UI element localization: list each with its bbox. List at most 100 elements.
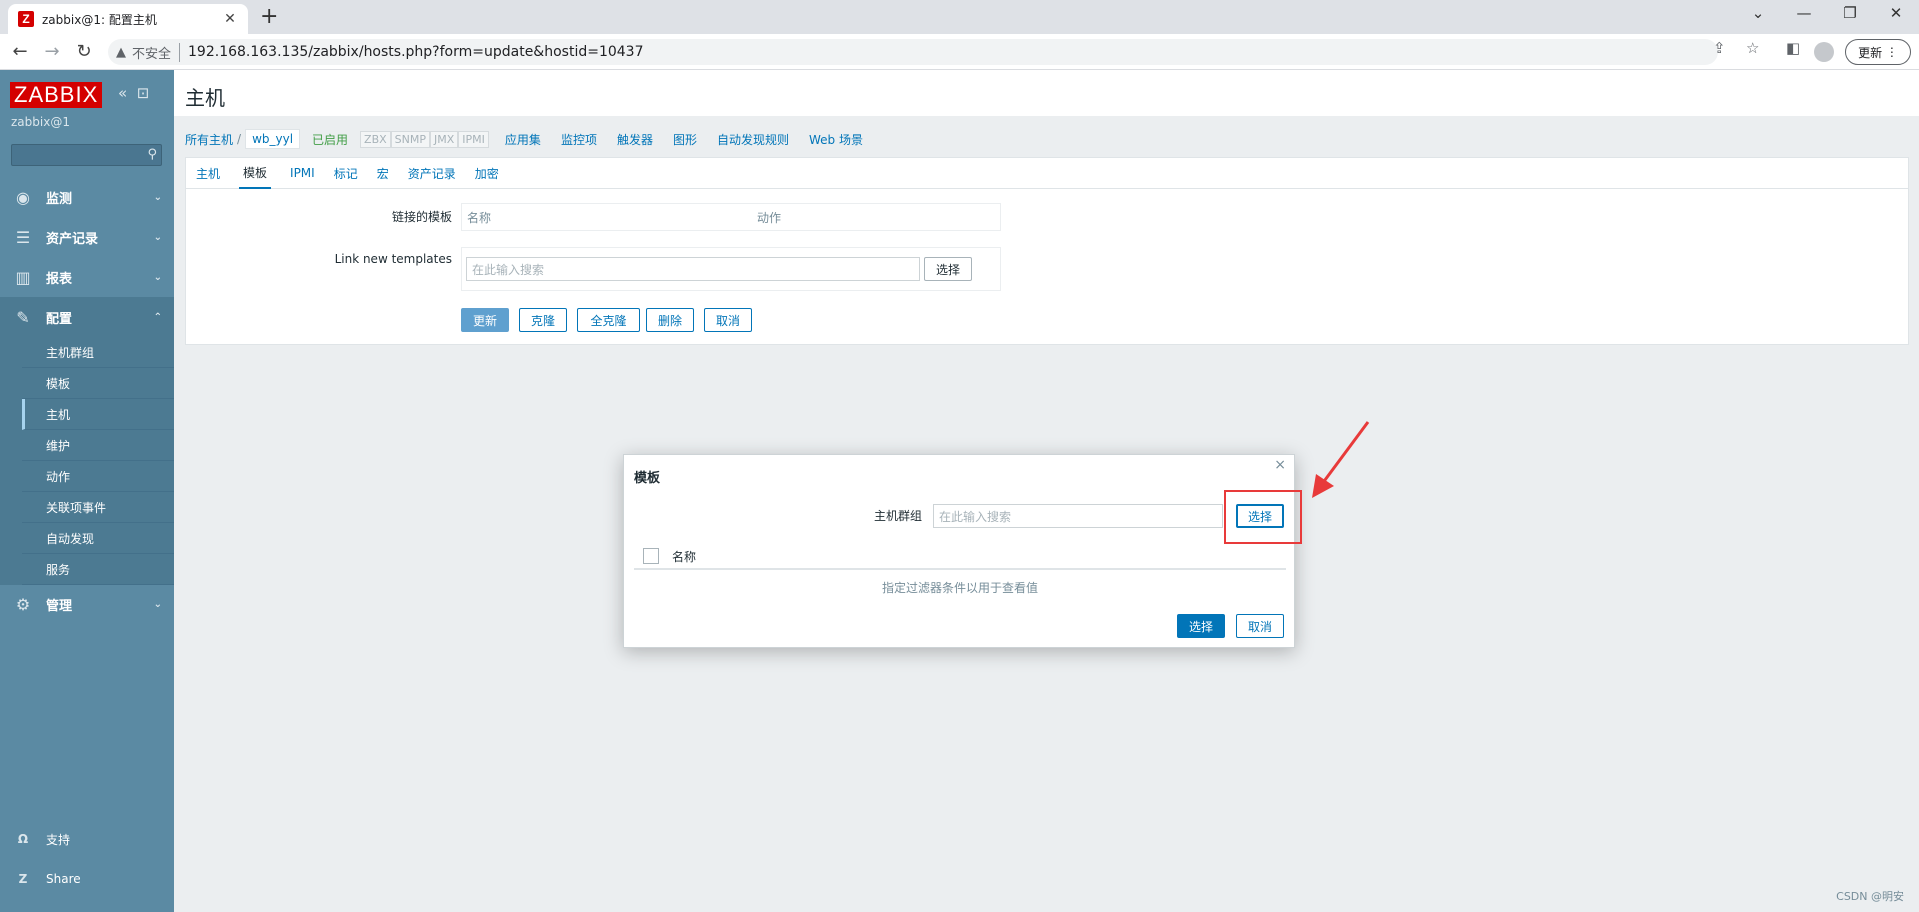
breadcrumb-all-hosts[interactable]: 所有主机 bbox=[185, 131, 233, 148]
breadcrumb-host[interactable]: wb_yyl bbox=[245, 129, 301, 149]
dialog-table-header: 名称 bbox=[634, 544, 1286, 570]
host-group-search-input[interactable]: 在此输入搜索 bbox=[933, 504, 1223, 528]
update-button[interactable]: 更新 bbox=[461, 308, 509, 332]
forward-arrow-icon[interactable]: → bbox=[40, 41, 64, 63]
link-graphs[interactable]: 图形 bbox=[673, 131, 697, 148]
menu-reports[interactable]: ▥ 报表 ⌄ bbox=[0, 257, 174, 297]
headset-icon: Ω bbox=[17, 832, 29, 846]
badge-zbx: ZBX bbox=[360, 130, 391, 148]
back-arrow-icon[interactable]: ← bbox=[8, 41, 32, 63]
dialog-title: 模板 bbox=[634, 471, 661, 486]
link-new-templates-box: 在此输入搜索 选择 bbox=[461, 247, 1001, 291]
chevron-down-icon: ⌄ bbox=[153, 271, 162, 283]
sidebar-search-input[interactable]: ⚲ bbox=[11, 144, 162, 166]
submenu-event-correlation[interactable]: 关联项事件 bbox=[22, 492, 174, 523]
dialog-select-button[interactable]: 选择 bbox=[1177, 614, 1225, 638]
browser-update-button[interactable]: 更新 ⋮ bbox=[1845, 39, 1911, 65]
submenu-hosts[interactable]: 主机 bbox=[22, 399, 174, 430]
tab-templates[interactable]: 模板 bbox=[239, 158, 272, 189]
tab-host[interactable]: 主机 bbox=[196, 158, 220, 189]
link-items[interactable]: 监控项 bbox=[561, 131, 597, 148]
browser-tab[interactable]: Z zabbix@1: 配置主机 ✕ bbox=[8, 4, 248, 34]
link-discovery-rules[interactable]: 自动发现规则 bbox=[717, 131, 789, 148]
tab-list-chevron-icon[interactable]: ⌄ bbox=[1735, 4, 1781, 22]
minimize-icon[interactable]: — bbox=[1781, 4, 1827, 22]
menu-label: 资产记录 bbox=[46, 231, 99, 247]
chevron-down-icon: ⌄ bbox=[153, 191, 162, 203]
menu-label: 监测 bbox=[46, 191, 73, 207]
zabbix-logo[interactable]: ZABBIX bbox=[10, 82, 103, 108]
list-icon: ☰ bbox=[15, 227, 31, 247]
zabbix-favicon-icon: Z bbox=[18, 11, 34, 27]
form-tabs: 主机 模板 IPMI 标记 宏 资产记录 加密 bbox=[186, 158, 1908, 189]
tab-tags[interactable]: 标记 bbox=[334, 158, 358, 189]
profile-avatar-icon[interactable] bbox=[1814, 42, 1834, 62]
submenu-templates[interactable]: 模板 bbox=[22, 368, 174, 399]
select-template-button[interactable]: 选择 bbox=[924, 257, 972, 281]
tab-inventory[interactable]: 资产记录 bbox=[408, 158, 456, 189]
link-applications[interactable]: 应用集 bbox=[505, 131, 541, 148]
tab-close-icon[interactable]: ✕ bbox=[222, 11, 238, 27]
menu-configuration[interactable]: ✎ 配置 ⌃ bbox=[0, 297, 174, 337]
share-link[interactable]: Z Share bbox=[0, 864, 174, 894]
gear-icon: ⚙ bbox=[15, 594, 31, 614]
new-tab-icon[interactable]: + bbox=[260, 6, 278, 28]
badge-snmp: SNMP bbox=[390, 130, 431, 148]
tab-macros[interactable]: 宏 bbox=[377, 158, 389, 189]
availability-badges: ZBX SNMP JMX IPMI bbox=[360, 130, 489, 148]
select-all-checkbox[interactable] bbox=[643, 548, 659, 564]
empty-message: 指定过滤器条件以用于查看值 bbox=[881, 581, 1038, 595]
share-page-icon[interactable]: ⇪ bbox=[1713, 39, 1726, 57]
menu-administration[interactable]: ⚙ 管理 ⌄ bbox=[0, 584, 174, 624]
bookmark-star-icon[interactable]: ☆ bbox=[1746, 39, 1759, 57]
chevron-up-icon: ⌃ bbox=[153, 311, 162, 323]
restore-icon[interactable]: ❐ bbox=[1827, 4, 1873, 22]
submenu-discovery[interactable]: 自动发现 bbox=[22, 523, 174, 554]
window-close-icon[interactable]: ✕ bbox=[1873, 4, 1919, 22]
chevron-down-icon: ⌄ bbox=[153, 231, 162, 243]
cancel-button[interactable]: 取消 bbox=[704, 308, 752, 332]
page-header bbox=[174, 70, 1919, 116]
server-name: zabbix@1 bbox=[11, 115, 70, 129]
breadcrumb-separator: / bbox=[237, 132, 242, 146]
search-icon[interactable]: ⚲ bbox=[147, 147, 157, 162]
zabbix-share-icon: Z bbox=[18, 872, 28, 886]
url-text[interactable]: 192.168.163.135/zabbix/hosts.php?form=up… bbox=[188, 44, 643, 60]
delete-button[interactable]: 删除 bbox=[646, 308, 694, 332]
link-new-templates-label: Link new templates bbox=[334, 252, 452, 266]
reload-icon[interactable]: ↻ bbox=[72, 41, 96, 63]
clone-button[interactable]: 克隆 bbox=[519, 308, 567, 332]
configuration-submenu: 主机群组 模板 主机 维护 动作 关联项事件 自动发现 服务 bbox=[0, 337, 174, 585]
collapse-sidebar-icon[interactable]: « ⊡ bbox=[118, 84, 149, 102]
tab-encryption[interactable]: 加密 bbox=[475, 158, 499, 189]
submenu-actions[interactable]: 动作 bbox=[22, 461, 174, 492]
host-form: 主机 模板 IPMI 标记 宏 资产记录 加密 链接的模板 名称 动作 Link… bbox=[185, 157, 1909, 345]
tab-ipmi[interactable]: IPMI bbox=[290, 158, 315, 189]
support-link[interactable]: Ω 支持 bbox=[0, 824, 174, 854]
submenu-maintenance[interactable]: 维护 bbox=[22, 430, 174, 461]
submenu-services[interactable]: 服务 bbox=[22, 554, 174, 585]
omnibox[interactable]: ▲ 不安全 192.168.163.135/zabbix/hosts.php?f… bbox=[108, 39, 1718, 65]
template-search-input[interactable]: 在此输入搜索 bbox=[466, 257, 920, 281]
page-title: 主机 bbox=[185, 86, 225, 110]
dialog-cancel-button[interactable]: 取消 bbox=[1236, 614, 1284, 638]
linked-templates-label: 链接的模板 bbox=[391, 210, 452, 224]
side-panel-icon[interactable]: ◧ bbox=[1786, 39, 1800, 57]
submenu-host-groups[interactable]: 主机群组 bbox=[22, 337, 174, 368]
update-label: 更新 bbox=[1858, 45, 1883, 60]
menu-inventory[interactable]: ☰ 资产记录 ⌄ bbox=[0, 217, 174, 257]
menu-monitoring[interactable]: ◉ 监测 ⌄ bbox=[0, 177, 174, 217]
share-label: Share bbox=[46, 872, 81, 886]
status-enabled[interactable]: 已启用 bbox=[312, 131, 348, 148]
browser-tabbar: Z zabbix@1: 配置主机 ✕ + ⌄ — ❐ ✕ bbox=[0, 0, 1919, 34]
link-triggers[interactable]: 触发器 bbox=[617, 131, 653, 148]
badge-jmx: JMX bbox=[430, 130, 459, 148]
breadcrumb: 所有主机 / wb_yyl 已启用 ZBX SNMP JMX IPMI 应用集 … bbox=[185, 128, 883, 150]
annotation-arrow-icon bbox=[1312, 421, 1370, 498]
menu-label: 报表 bbox=[46, 271, 73, 287]
link-web-scenarios[interactable]: Web 场景 bbox=[809, 131, 863, 148]
dialog-close-icon[interactable]: × bbox=[1274, 457, 1286, 473]
annotation-highlight-box bbox=[1224, 490, 1302, 544]
sidebar: ZABBIX « ⊡ zabbix@1 ⚲ ◉ 监测 ⌄ ☰ 资产记录 ⌄ ▥ … bbox=[0, 70, 174, 912]
full-clone-button[interactable]: 全克隆 bbox=[577, 308, 640, 332]
